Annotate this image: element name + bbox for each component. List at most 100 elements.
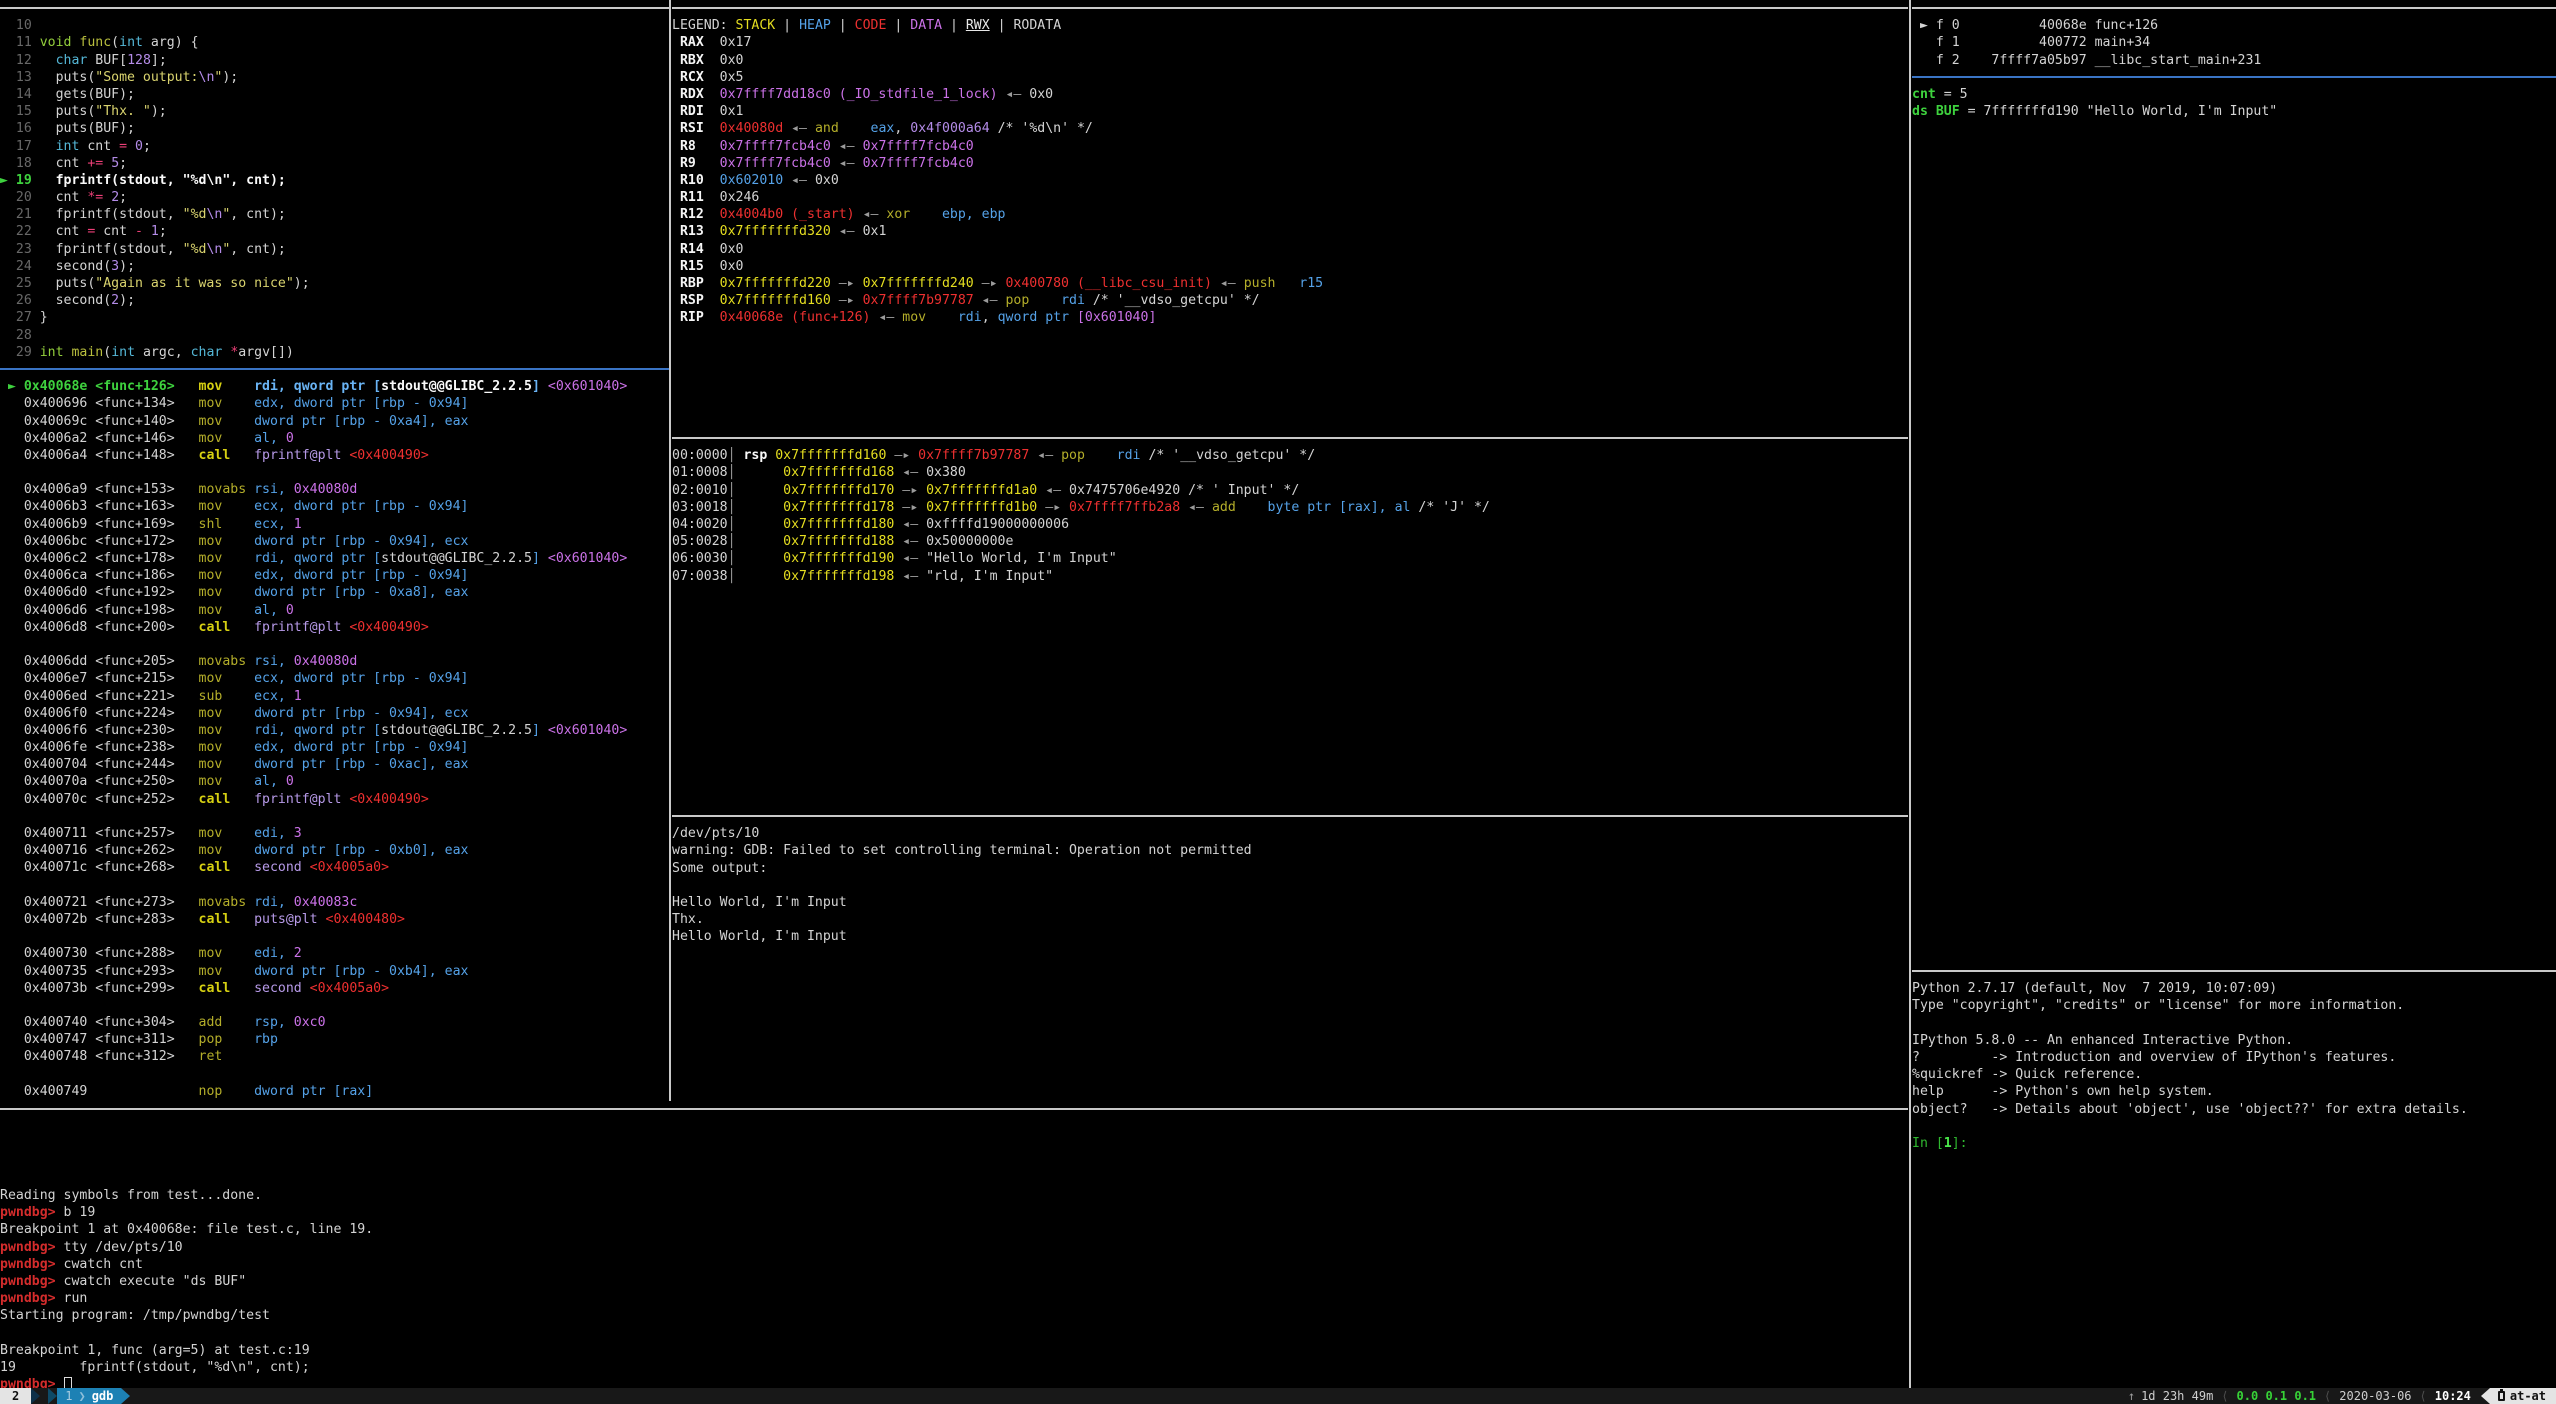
pane-stack[interactable]: 3 "stack" 00:0000│ rsp 0x7fffffffd160 —▸… bbox=[672, 430, 1908, 808]
asm-line: 0x4006fe <func+238> mov edx, dword ptr [… bbox=[0, 739, 669, 756]
io-line: Thx. bbox=[672, 911, 1908, 928]
pane-ipython[interactable]: 7 "IPython: tmp/pwndbg" Python 2.7.17 (d… bbox=[1912, 963, 2556, 1388]
register-row: R15 0x0 bbox=[672, 258, 1908, 275]
stack-row: 05:0028│ 0x7fffffffd188 ◂— 0x50000000e bbox=[672, 533, 1908, 550]
ipython-line: Python 2.7.17 (default, Nov 7 2019, 10:0… bbox=[1912, 980, 2556, 997]
pane-disasm-code[interactable]: 1 "disasm, code" 10 11 void func(int arg… bbox=[0, 0, 669, 1101]
source-line: 20 cnt *= 2; bbox=[0, 189, 669, 206]
ipython-line: Type "copyright", "credits" or "license"… bbox=[1912, 997, 2556, 1014]
pane-border-line bbox=[1912, 7, 2556, 9]
ipython-line bbox=[1912, 1118, 2556, 1135]
ipython-line: object? -> Details about 'object', use '… bbox=[1912, 1101, 2556, 1118]
asm-line: 0x4006f6 <func+230> mov rdi, qword ptr [… bbox=[0, 722, 669, 739]
source-line: 21 fprintf(stdout, "%d\n", cnt); bbox=[0, 206, 669, 223]
io-line: /dev/pts/10 bbox=[672, 825, 1908, 842]
console-line bbox=[0, 1324, 1908, 1341]
asm-line: 0x400711 <func+257> mov edi, 3 bbox=[0, 825, 669, 842]
pane-legend-regs[interactable]: 2 "legend, regs" LEGEND: STACK | HEAP | … bbox=[672, 0, 1908, 430]
pane-title-regs: 2 "legend, regs" bbox=[672, 0, 1908, 17]
asm-line: 0x400747 <func+311> pop rbp bbox=[0, 1031, 669, 1048]
register-row: R8 0x7ffff7fcb4c0 ◂— 0x7ffff7fcb4c0 bbox=[672, 138, 1908, 155]
pane-title-main: 5 "Main" bbox=[0, 1101, 1908, 1118]
asm-line bbox=[0, 928, 669, 945]
io-line: Hello World, I'm Input bbox=[672, 894, 1908, 911]
source-line: 13 puts("Some output:\n"); bbox=[0, 69, 669, 86]
ipython-line: %quickref -> Quick reference. bbox=[1912, 1066, 2556, 1083]
asm-line: 0x400696 <func+134> mov edx, dword ptr [… bbox=[0, 395, 669, 412]
asm-line: 0x40069c <func+140> mov dword ptr [rbp -… bbox=[0, 413, 669, 430]
asm-line: 0x400749 nop dword ptr [rax] bbox=[0, 1083, 669, 1100]
asm-line: 0x4006b9 <func+169> shl ecx, 1 bbox=[0, 516, 669, 533]
stack-row: 06:0030│ 0x7fffffffd190 ◂— "Hello World,… bbox=[672, 550, 1908, 567]
battery-icon bbox=[2498, 1391, 2505, 1401]
asm-line: 0x4006bc <func+172> mov dword ptr [rbp -… bbox=[0, 533, 669, 550]
status-right: ↑ 1d 23h 49m ⟨ 0.0 0.1 0.1 ⟨ 2020-03-06 … bbox=[2128, 1388, 2556, 1404]
pane-separator-left[interactable] bbox=[669, 0, 671, 1101]
register-row: RBP 0x7fffffffd220 —▸ 0x7fffffffd240 —▸ … bbox=[672, 275, 1908, 292]
terminal-screen: 1 "disasm, code" 10 11 void func(int arg… bbox=[0, 0, 2556, 1404]
console-line: pwndbg> run bbox=[0, 1290, 1908, 1307]
active-window-tab[interactable]: 1 ❯ gdb bbox=[57, 1388, 121, 1404]
powerline-arrow-icon bbox=[48, 1388, 57, 1404]
gdb-console[interactable]: Reading symbols from test...done.pwndbg>… bbox=[0, 1118, 1908, 1388]
status-bar: 2 1 ❯ gdb ↑ 1d 23h 49m ⟨ 0.0 0.1 0.1 ⟨ 2… bbox=[0, 1388, 2556, 1404]
stack-row: 00:0000│ rsp 0x7fffffffd160 —▸ 0x7ffff7b… bbox=[672, 447, 1908, 464]
asm-line: 0x400730 <func+288> mov edi, 2 bbox=[0, 945, 669, 962]
disassembly-list: ► 0x40068e <func+126> mov rdi, qword ptr… bbox=[0, 378, 669, 1100]
ipython-console[interactable]: Python 2.7.17 (default, Nov 7 2019, 10:0… bbox=[1912, 980, 2556, 1152]
asm-line: 0x4006d0 <func+192> mov dword ptr [rbp -… bbox=[0, 584, 669, 601]
asm-line bbox=[0, 636, 669, 653]
register-row: R12 0x4004b0 (_start) ◂— xor ebp, ebp bbox=[672, 206, 1908, 223]
console-line: Breakpoint 1, func (arg=5) at test.c:19 bbox=[0, 1342, 1908, 1359]
stack-row: 01:0008│ 0x7fffffffd168 ◂— 0x380 bbox=[672, 464, 1908, 481]
register-row: RBX 0x0 bbox=[672, 52, 1908, 69]
asm-line: 0x4006ca <func+186> mov edx, dword ptr [… bbox=[0, 567, 669, 584]
stack-row: 07:0038│ 0x7fffffffd198 ◂— "rld, I'm Inp… bbox=[672, 568, 1908, 585]
asm-line: 0x4006c2 <func+178> mov rdi, qword ptr [… bbox=[0, 550, 669, 567]
expressions-divider: [ EXPRESSIONS ] bbox=[1912, 69, 2556, 86]
asm-line: 0x4006d6 <func+198> mov al, 0 bbox=[0, 602, 669, 619]
io-line: warning: GDB: Failed to set controlling … bbox=[672, 842, 1908, 859]
divider-line bbox=[1912, 76, 2556, 78]
pane-main-gdb[interactable]: 5 "Main" Reading symbols from test...don… bbox=[0, 1101, 1908, 1388]
stack-row: 03:0018│ 0x7fffffffd178 —▸ 0x7fffffffd1b… bbox=[672, 499, 1908, 516]
uptime-value: 1d 23h 49m bbox=[2141, 1388, 2213, 1404]
asm-line bbox=[0, 997, 669, 1014]
asm-line: 0x4006a4 <func+148> call fprintf@plt <0x… bbox=[0, 447, 669, 464]
pane-input-output[interactable]: 4 "Input / Output" /dev/pts/10warning: G… bbox=[672, 808, 1908, 1101]
asm-line: 0x400740 <func+304> add rsp, 0xc0 bbox=[0, 1014, 669, 1031]
console-line bbox=[0, 1118, 1908, 1135]
console-line: pwndbg> tty /dev/pts/10 bbox=[0, 1239, 1908, 1256]
pane-border-line bbox=[1912, 970, 2556, 972]
io-line: Hello World, I'm Input bbox=[672, 928, 1908, 945]
pane-backtrace-expressions[interactable]: 6 "backtrace, expressions, args" ► f 0 4… bbox=[1912, 0, 2556, 963]
asm-line: 0x400716 <func+262> mov dword ptr [rbp -… bbox=[0, 842, 669, 859]
ipython-line: IPython 5.8.0 -- An enhanced Interactive… bbox=[1912, 1032, 2556, 1049]
asm-line: 0x400748 <func+312> ret bbox=[0, 1048, 669, 1065]
source-line: 10 bbox=[0, 17, 669, 34]
console-line bbox=[0, 1153, 1908, 1170]
source-line: 11 void func(int arg) { bbox=[0, 34, 669, 51]
io-line bbox=[672, 877, 1908, 894]
clock-value: 10:24 bbox=[2435, 1388, 2471, 1404]
source-line: 29 int main(int argc, char *argv[]) bbox=[0, 344, 669, 361]
powerline-arrow-icon bbox=[2481, 1388, 2490, 1404]
stack-list: 00:0000│ rsp 0x7fffffffd160 —▸ 0x7ffff7b… bbox=[672, 447, 1908, 585]
window-indicator[interactable]: 2 bbox=[0, 1388, 31, 1404]
asm-line: 0x40073b <func+299> call second <0x4005a… bbox=[0, 980, 669, 997]
pane-separator-right[interactable] bbox=[1909, 0, 1911, 1388]
expressions-list: cnt = 5ds BUF = 7fffffffd190 "Hello Worl… bbox=[1912, 86, 2556, 120]
asm-line: 0x4006b3 <func+163> mov ecx, dword ptr [… bbox=[0, 498, 669, 515]
register-list: LEGEND: STACK | HEAP | CODE | DATA | RWX… bbox=[672, 17, 1908, 326]
console-line: pwndbg> cwatch execute "ds BUF" bbox=[0, 1273, 1908, 1290]
register-row: RSI 0x40080d ◂— and eax, 0x4f000a64 /* '… bbox=[672, 120, 1908, 137]
asm-line: 0x4006d8 <func+200> call fprintf@plt <0x… bbox=[0, 619, 669, 636]
register-row: R9 0x7ffff7fcb4c0 ◂— 0x7ffff7fcb4c0 bbox=[672, 155, 1908, 172]
asm-line: 0x4006a2 <func+146> mov al, 0 bbox=[0, 430, 669, 447]
register-row: R10 0x602010 ◂— 0x0 bbox=[672, 172, 1908, 189]
source-line: 24 second(3); bbox=[0, 258, 669, 275]
asm-line: 0x40070c <func+252> call fprintf@plt <0x… bbox=[0, 791, 669, 808]
asm-line: ► 0x40068e <func+126> mov rdi, qword ptr… bbox=[0, 378, 669, 395]
ipython-line: In [1]: bbox=[1912, 1135, 2556, 1152]
frame-row: ► f 0 40068e func+126 bbox=[1912, 17, 2556, 34]
